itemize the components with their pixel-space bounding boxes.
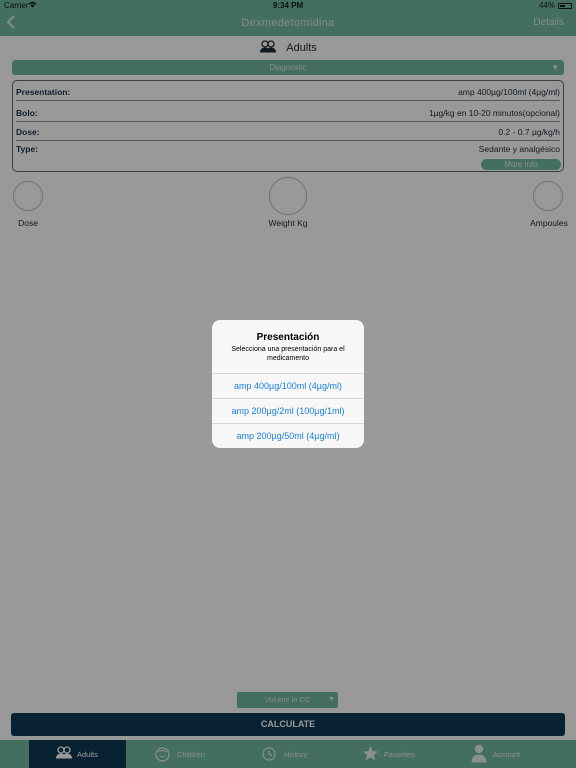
alert-message: Selecciona una presentación para el medi… bbox=[231, 346, 345, 362]
alert-option-button[interactable]: amp 400µg/100ml (4µg/ml) bbox=[212, 373, 364, 398]
presentation-alert: Presentación Selecciona una presentación… bbox=[212, 320, 364, 448]
alert-option-button[interactable]: amp 200µg/50ml (4µg/ml) bbox=[212, 423, 364, 448]
alert-title: Presentación bbox=[256, 332, 320, 343]
alert-option-button[interactable]: amp 200µg/2ml (100µg/1ml) bbox=[212, 398, 364, 423]
